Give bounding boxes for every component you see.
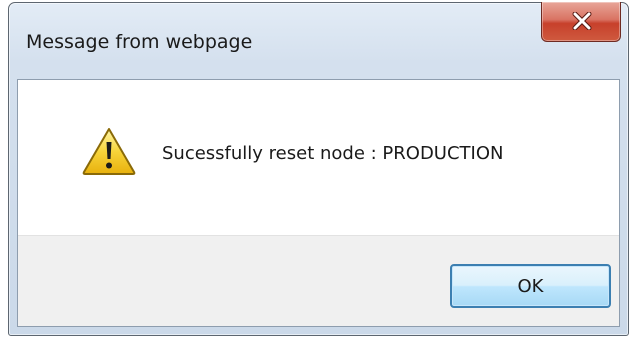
title-bar[interactable]: Message from webpage <box>9 2 628 79</box>
dialog-body: Sucessfully reset node : PRODUCTION OK <box>17 79 620 327</box>
ok-button[interactable]: OK <box>450 264 611 308</box>
close-icon <box>572 12 592 30</box>
message-area: Sucessfully reset node : PRODUCTION <box>18 80 619 235</box>
dialog-message: Sucessfully reset node : PRODUCTION <box>162 143 504 164</box>
close-button[interactable] <box>541 2 621 42</box>
button-bar: OK <box>18 235 619 326</box>
dialog-title: Message from webpage <box>26 31 253 53</box>
message-dialog: Message from webpage Sucessfully reset n… <box>8 2 629 336</box>
warning-icon <box>82 128 136 175</box>
